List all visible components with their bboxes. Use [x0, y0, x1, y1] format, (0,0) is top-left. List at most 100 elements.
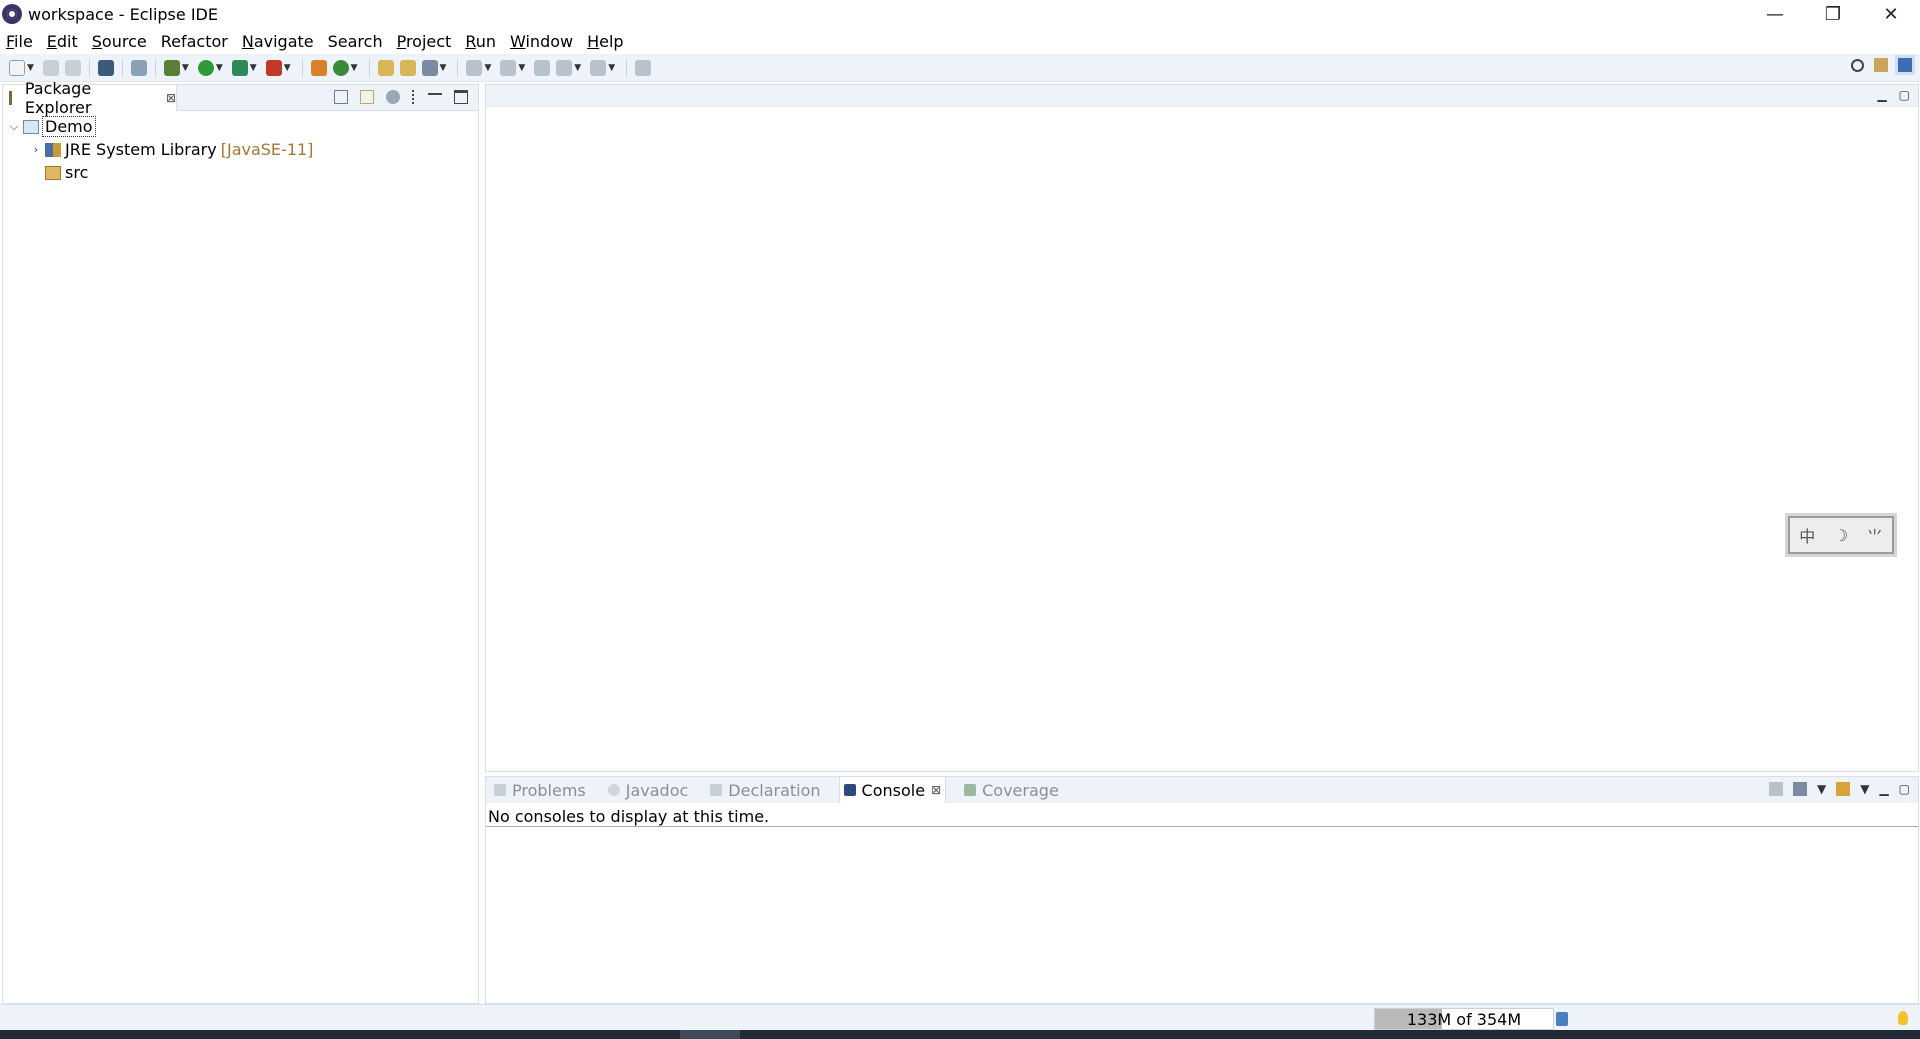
java-perspective-icon[interactable] — [1898, 58, 1912, 72]
minimize-button[interactable]: — — [1746, 0, 1804, 28]
tab-declaration[interactable]: Declaration — [706, 777, 824, 803]
next-annotation-icon[interactable] — [466, 59, 483, 76]
run-dropdown-icon[interactable]: ▼ — [216, 63, 223, 73]
external-tools-icon[interactable] — [265, 59, 282, 76]
tab-console[interactable]: Console ⊠ — [838, 777, 947, 803]
previous-annotation-icon[interactable] — [500, 59, 517, 76]
tip-bulb-icon[interactable] — [1898, 1011, 1908, 1025]
skip-breakpoints-icon[interactable] — [130, 59, 147, 76]
new-java-class-icon[interactable] — [332, 59, 349, 76]
taskbar-active-item[interactable] — [680, 1030, 740, 1039]
toolbar-separator — [154, 58, 156, 77]
menu-navigate[interactable]: Navigate — [242, 32, 314, 51]
declaration-icon — [710, 784, 723, 796]
view-menu-icon[interactable] — [412, 90, 416, 104]
chevron-right-icon[interactable]: › — [29, 143, 43, 156]
open-task-icon[interactable] — [399, 59, 416, 76]
new-java-package-icon[interactable] — [310, 59, 327, 76]
terminal-icon[interactable] — [97, 59, 114, 76]
tab-declaration-label: Declaration — [728, 780, 821, 800]
open-console-dropdown-icon[interactable]: ▼ — [1860, 782, 1869, 796]
source-folder-icon — [45, 165, 61, 180]
external-tools-dropdown-icon[interactable]: ▼ — [284, 63, 291, 73]
new-icon[interactable] — [9, 59, 25, 76]
tree-row-project[interactable]: ⌵ Demo — [3, 115, 478, 138]
debug-icon[interactable] — [163, 59, 180, 76]
menu-refactor[interactable]: Refactor — [161, 32, 228, 51]
coverage-icon[interactable] — [231, 59, 248, 76]
maximize-editor-icon[interactable]: ▢ — [1899, 88, 1910, 102]
minimize-editor-icon[interactable]: ▁ — [1877, 88, 1886, 102]
restore-button[interactable]: ❐ — [1804, 0, 1862, 28]
tree-row-src[interactable]: src — [3, 161, 478, 184]
pin-console-icon[interactable] — [1768, 782, 1783, 796]
menu-file[interactable]: File — [6, 32, 33, 51]
package-explorer-icon — [9, 91, 19, 105]
pin-editor-icon[interactable] — [635, 59, 652, 76]
tab-package-explorer[interactable]: Package Explorer ⊠ — [3, 79, 177, 117]
close-button[interactable]: ✕ — [1862, 0, 1920, 28]
run-icon[interactable] — [197, 59, 214, 76]
menu-project[interactable]: Project — [397, 32, 452, 51]
forward-icon[interactable] — [590, 59, 607, 76]
link-with-editor-icon[interactable] — [360, 90, 374, 104]
console-icon — [843, 784, 856, 796]
minimize-console-icon[interactable]: ▁ — [1879, 782, 1888, 796]
search-tool-icon[interactable] — [421, 59, 438, 76]
search-icon[interactable] — [1851, 58, 1864, 72]
save-all-icon[interactable] — [64, 59, 81, 76]
ime-moon-icon[interactable]: ☽ — [1834, 526, 1848, 545]
save-icon[interactable] — [42, 59, 59, 76]
coverage-tab-icon — [964, 784, 977, 796]
toolbar-separator — [301, 58, 303, 77]
forward-dropdown-icon[interactable]: ▼ — [608, 63, 615, 73]
new-dropdown-icon[interactable]: ▼ — [27, 63, 34, 73]
console-tools: ▼ ▼ ▁ ▢ — [1768, 782, 1910, 796]
display-console-icon[interactable] — [1792, 782, 1807, 796]
open-console-icon[interactable] — [1836, 782, 1851, 796]
search-dropdown-icon[interactable]: ▼ — [440, 63, 447, 73]
new-class-dropdown-icon[interactable]: ▼ — [351, 63, 358, 73]
menu-window[interactable]: Window — [510, 32, 573, 51]
next-annotation-dropdown-icon[interactable]: ▼ — [484, 63, 491, 73]
editor-area[interactable]: ▁ ▢ — [485, 84, 1919, 772]
heap-status[interactable]: 133M of 354M — [1374, 1008, 1554, 1030]
open-type-icon[interactable] — [377, 59, 394, 76]
collapse-all-icon[interactable] — [334, 90, 348, 104]
problems-icon — [494, 784, 506, 796]
package-explorer-panel: Package Explorer ⊠ ⌵ Demo › JRE System L… — [2, 79, 479, 1004]
maximize-console-icon[interactable]: ▢ — [1899, 782, 1910, 796]
filters-icon[interactable] — [386, 90, 400, 104]
ime-punctuation-icon[interactable]: ⺌ — [1867, 523, 1883, 547]
toolbar-right — [1851, 58, 1912, 72]
coverage-dropdown-icon[interactable]: ▼ — [250, 63, 257, 73]
minimize-view-icon[interactable] — [428, 93, 442, 95]
close-tab-icon[interactable]: ⊠ — [166, 91, 176, 105]
back-icon[interactable] — [556, 59, 573, 76]
menu-bar: File Edit Source Refactor Navigate Searc… — [0, 28, 1920, 54]
menu-help[interactable]: Help — [587, 32, 623, 51]
tree-row-jre[interactable]: › JRE System Library [JavaSE-11] — [3, 138, 478, 161]
tab-coverage[interactable]: Coverage — [960, 777, 1063, 803]
garbage-collect-icon[interactable] — [1556, 1012, 1568, 1026]
back-dropdown-icon[interactable]: ▼ — [574, 63, 581, 73]
jre-label: JRE System Library — [65, 140, 217, 159]
close-console-tab-icon[interactable]: ⊠ — [931, 783, 941, 797]
menu-search[interactable]: Search — [328, 32, 383, 51]
tab-package-explorer-label: Package Explorer — [24, 79, 92, 117]
chevron-down-icon[interactable]: ⌵ — [7, 120, 21, 134]
toolbar-separator — [121, 58, 123, 77]
open-perspective-icon[interactable] — [1874, 58, 1888, 72]
display-console-dropdown-icon[interactable]: ▼ — [1817, 782, 1826, 796]
last-edit-location-icon[interactable] — [534, 59, 551, 76]
ime-chinese-icon[interactable]: 中 — [1799, 523, 1815, 547]
previous-annotation-dropdown-icon[interactable]: ▼ — [518, 63, 525, 73]
menu-source[interactable]: Source — [92, 32, 147, 51]
menu-run[interactable]: Run — [465, 32, 496, 51]
tab-problems[interactable]: Problems — [490, 777, 590, 803]
tab-javadoc[interactable]: Javadoc — [604, 777, 693, 803]
debug-dropdown-icon[interactable]: ▼ — [182, 63, 189, 73]
maximize-view-icon[interactable] — [454, 90, 468, 104]
ime-toolbar[interactable]: 中 ☽ ⺌ — [1788, 516, 1894, 554]
menu-edit[interactable]: Edit — [47, 32, 78, 51]
